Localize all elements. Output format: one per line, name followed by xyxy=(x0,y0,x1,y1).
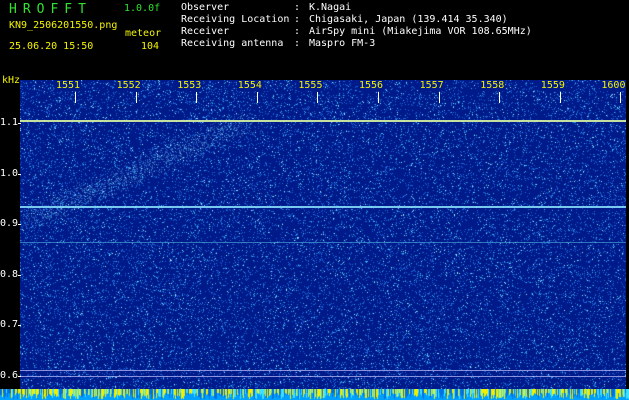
freq-tick-label: 0.9 xyxy=(0,218,19,229)
time-tick-mark xyxy=(378,92,379,103)
time-tick-mark xyxy=(438,92,440,103)
station-info: Observer: K.Nagai Receiving Location: Ch… xyxy=(181,2,532,50)
freq-tick-mark xyxy=(18,123,21,124)
time-tick-mark xyxy=(75,92,76,103)
header-panel: HROFFT 1.0.0f KN9_2506201550.png meteor … xyxy=(0,0,629,72)
meteor-label: meteor xyxy=(125,28,162,39)
carrier-line xyxy=(20,376,626,377)
meteor-count: 104 xyxy=(141,41,160,52)
time-tick-label: 1555 xyxy=(297,80,324,91)
carrier-line xyxy=(20,370,626,371)
time-tick-mark xyxy=(256,92,258,103)
time-tick-mark xyxy=(559,92,561,103)
freq-tick-mark xyxy=(18,325,21,326)
carrier-line xyxy=(20,206,626,208)
info-row-antenna: Receiving antenna: Maspro FM-3 xyxy=(181,38,376,49)
time-tick-label: 1554 xyxy=(236,80,263,91)
time-tick-label: 1552 xyxy=(115,80,142,91)
file-name: KN9_2506201550.png xyxy=(9,20,118,31)
freq-tick-label: 1.0 xyxy=(0,167,19,179)
time-tick-mark xyxy=(135,92,137,103)
freq-tick-mark xyxy=(18,173,21,175)
info-row-location: Receiving Location: Chigasaki, Japan (13… xyxy=(181,14,508,25)
time-tick-label: 1559 xyxy=(539,80,566,91)
capture-datetime: 25.06.20 15:50 xyxy=(9,41,94,52)
time-tick-mark xyxy=(196,92,198,103)
spectrogram-canvas xyxy=(20,80,626,400)
time-tick-label: 1553 xyxy=(176,80,203,91)
info-row-receiver: Receiver: AirSpy mini (Miakejima VOR 108… xyxy=(181,26,532,37)
time-tick-label: 1558 xyxy=(479,80,506,91)
time-tick-mark xyxy=(317,92,319,103)
freq-tick-label: 1.1 xyxy=(0,117,19,128)
app-name: HROFFT xyxy=(9,2,92,17)
time-tick-label: 1600 xyxy=(600,80,627,91)
freq-unit-label: kHz xyxy=(2,75,21,86)
freq-tick-mark xyxy=(18,274,21,276)
carrier-line xyxy=(20,242,626,243)
time-tick-label: 1551 xyxy=(55,80,82,91)
time-tick-mark xyxy=(499,92,501,103)
time-tick-label: 1556 xyxy=(358,80,385,91)
time-tick-label: 1557 xyxy=(418,80,445,91)
freq-tick-label: 0.8 xyxy=(0,268,19,280)
time-tick-mark xyxy=(620,92,622,103)
freq-tick-mark xyxy=(18,375,21,377)
freq-tick-mark xyxy=(18,224,21,225)
carrier-line xyxy=(20,120,626,122)
info-row-observer: Observer: K.Nagai xyxy=(181,2,352,13)
bottom-power-bar xyxy=(0,389,629,400)
freq-tick-label: 0.7 xyxy=(0,319,19,330)
freq-tick-label: 0.6 xyxy=(0,369,19,381)
app-version: 1.0.0f xyxy=(124,3,161,14)
spectrogram-noise xyxy=(20,80,626,400)
